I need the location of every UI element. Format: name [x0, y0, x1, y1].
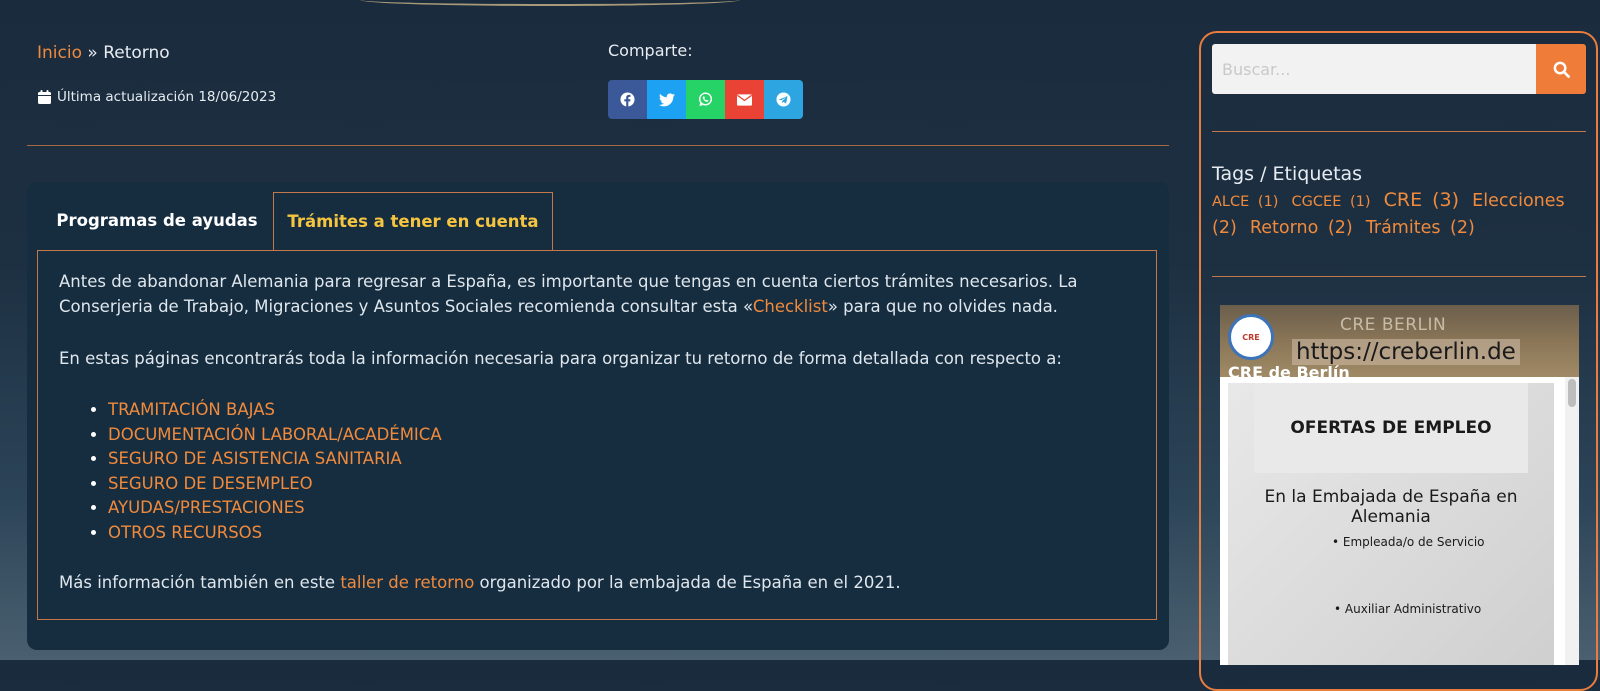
post-title: OFERTAS DE EMPLEO	[1254, 383, 1528, 473]
tag-label: Trámites	[1365, 218, 1441, 238]
envelope-icon	[737, 93, 752, 106]
post-image[interactable]: OFERTAS DE EMPLEO En la Embajada de Espa…	[1228, 383, 1554, 665]
tag-retorno[interactable]: Retorno (2)	[1250, 218, 1357, 238]
widget-scrollbar[interactable]	[1565, 377, 1579, 665]
twitter-share-button[interactable]	[647, 80, 686, 119]
list-item[interactable]: OTROS RECURSOS	[108, 521, 1135, 546]
page-avatar[interactable]: CRE	[1228, 314, 1274, 360]
tag-count: (2)	[1450, 218, 1475, 238]
share-buttons	[608, 80, 803, 119]
last-updated-text: Última actualización 18/06/2023	[57, 89, 277, 105]
facebook-page-widget[interactable]: CRE CRE BERLIN https://creberlin.de CRE …	[1220, 305, 1579, 665]
header-divider	[27, 145, 1169, 146]
list-item[interactable]: DOCUMENTACIÓN LABORAL/ACADÉMICA	[108, 423, 1135, 448]
tab-tramites-a-tener-en-cuenta[interactable]: Trámites a tener en cuenta	[273, 192, 553, 250]
topic-link-seguro-sanitaria[interactable]: SEGURO DE ASISTENCIA SANITARIA	[108, 449, 402, 468]
tag-alce[interactable]: ALCE (1)	[1212, 194, 1282, 210]
tag-label: Elecciones	[1472, 191, 1565, 211]
job-item: • Empleada/o de Servicio	[1332, 535, 1485, 549]
topic-link-seguro-desempleo[interactable]: SEGURO DE DESEMPLEO	[108, 474, 313, 493]
tag-cre[interactable]: CRE (3)	[1384, 189, 1463, 211]
more-info-text-after: organizado por la embajada de España en …	[474, 573, 901, 592]
tag-count: (2)	[1212, 218, 1237, 238]
widget-header: CRE CRE BERLIN https://creberlin.de CRE …	[1220, 305, 1579, 382]
job-item: • Auxiliar Administrativo	[1334, 602, 1482, 616]
tag-cgcee[interactable]: CGCEE (1)	[1292, 194, 1375, 210]
telegram-icon	[776, 92, 791, 107]
breadcrumb: Inicio » Retorno	[37, 43, 170, 63]
share-label: Comparte:	[608, 41, 693, 60]
taller-retorno-link[interactable]: taller de retorno	[340, 573, 474, 592]
page-name: CRE BERLIN	[1340, 315, 1447, 335]
tag-count: (1)	[1349, 194, 1371, 210]
topics-list: TRAMITACIÓN BAJAS DOCUMENTACIÓN LABORAL/…	[59, 398, 1135, 545]
tag-cloud: ALCE (1) CGCEE (1) CRE (3) Elecciones (2…	[1212, 188, 1592, 241]
breadcrumb-current: Retorno	[103, 43, 170, 63]
tag-label: ALCE	[1212, 194, 1250, 210]
twitter-icon	[658, 92, 675, 106]
more-info-text-before: Más información también en este	[59, 573, 341, 592]
search-input[interactable]	[1212, 44, 1536, 94]
facebook-share-button[interactable]	[608, 80, 647, 119]
top-decoration	[360, 0, 740, 6]
intro-text-after: » para que no olvides nada.	[827, 297, 1058, 316]
job-label: Empleada/o de Servicio	[1342, 535, 1485, 549]
tags-title: Tags / Etiquetas	[1212, 163, 1363, 185]
breadcrumb-home-link[interactable]: Inicio	[37, 43, 82, 63]
tab-content: Antes de abandonar Alemania para regresa…	[37, 250, 1157, 620]
list-item[interactable]: SEGURO DE ASISTENCIA SANITARIA	[108, 447, 1135, 472]
breadcrumb-separator: »	[81, 43, 104, 63]
tag-tramites[interactable]: Trámites (2)	[1366, 218, 1479, 238]
post-subtitle: En la Embajada de España en Alemania	[1264, 487, 1518, 527]
tag-label: CRE	[1383, 189, 1423, 211]
whatsapp-share-button[interactable]	[686, 80, 725, 119]
search-icon	[1553, 61, 1570, 78]
topic-link-tramitacion-bajas[interactable]: TRAMITACIÓN BAJAS	[108, 400, 275, 419]
tag-count: (1)	[1257, 194, 1279, 210]
sidebar-divider	[1212, 131, 1586, 132]
tab-programas-de-ayudas[interactable]: Programas de ayudas	[37, 192, 277, 249]
info-paragraph: En estas páginas encontrarás toda la inf…	[59, 349, 1062, 368]
more-info-paragraph: Más información también en este taller d…	[59, 570, 1135, 595]
tag-label: CGCEE	[1291, 194, 1342, 210]
scrollbar-thumb[interactable]	[1568, 379, 1576, 407]
job-label: Auxiliar Administrativo	[1344, 602, 1482, 616]
list-item[interactable]: AYUDAS/PRESTACIONES	[108, 496, 1135, 521]
tag-count: (3)	[1432, 189, 1460, 211]
whatsapp-icon	[698, 92, 713, 107]
topic-link-otros-recursos[interactable]: OTROS RECURSOS	[108, 523, 262, 542]
topic-link-documentacion[interactable]: DOCUMENTACIÓN LABORAL/ACADÉMICA	[108, 425, 442, 444]
checklist-link[interactable]: Checklist	[753, 297, 828, 316]
facebook-icon	[620, 92, 635, 107]
topic-link-ayudas[interactable]: AYUDAS/PRESTACIONES	[108, 498, 305, 517]
last-updated: Última actualización 18/06/2023	[38, 89, 276, 105]
list-item[interactable]: TRAMITACIÓN BAJAS	[108, 398, 1135, 423]
list-item[interactable]: SEGURO DE DESEMPLEO	[108, 472, 1135, 497]
tag-count: (2)	[1327, 218, 1353, 238]
page-url: https://creberlin.de	[1292, 339, 1520, 365]
email-share-button[interactable]	[725, 80, 764, 119]
widget-feed: OFERTAS DE EMPLEO En la Embajada de Espa…	[1220, 377, 1579, 665]
telegram-share-button[interactable]	[764, 80, 803, 119]
sidebar: Tags / Etiquetas ALCE (1) CGCEE (1) CRE …	[1199, 31, 1598, 691]
sidebar-divider	[1212, 276, 1586, 277]
tabs-panel: Programas de ayudas Trámites a tener en …	[27, 182, 1169, 650]
intro-paragraph: Antes de abandonar Alemania para regresa…	[59, 269, 1135, 319]
search-button[interactable]	[1536, 44, 1586, 94]
calendar-icon	[38, 90, 51, 104]
tag-label: Retorno	[1249, 218, 1319, 238]
